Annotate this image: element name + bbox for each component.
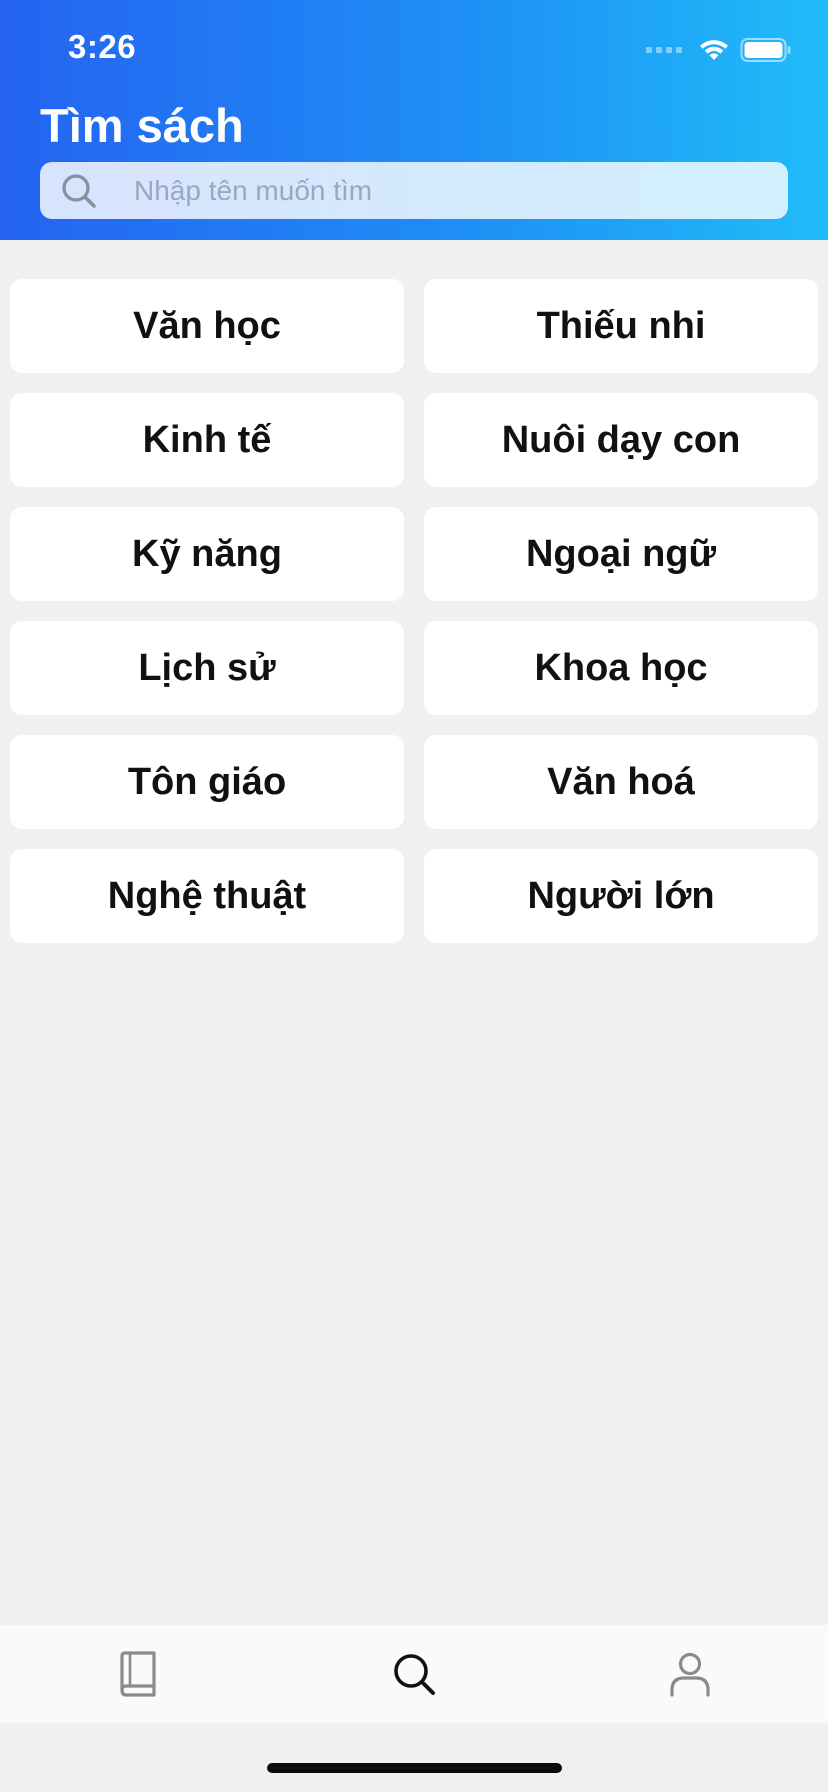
category-button[interactable]: Văn học: [10, 279, 404, 373]
wifi-icon: [700, 40, 728, 60]
search-input[interactable]: [132, 173, 736, 208]
signal-icon: [646, 47, 682, 53]
category-button[interactable]: Người lớn: [424, 849, 818, 943]
page-title: Tìm sách: [40, 99, 244, 152]
category-button[interactable]: Thiếu nhi: [424, 279, 818, 373]
tab-library[interactable]: [98, 1634, 178, 1714]
home-indicator: [267, 1763, 562, 1773]
search-bar[interactable]: [40, 162, 788, 219]
tab-search[interactable]: [374, 1634, 454, 1714]
category-button[interactable]: Ngoại ngữ: [424, 507, 818, 601]
category-button[interactable]: Nghệ thuật: [10, 849, 404, 943]
category-button[interactable]: Kinh tế: [10, 393, 404, 487]
category-button[interactable]: Khoa học: [424, 621, 818, 715]
status-indicators: [646, 36, 792, 64]
header: 3:26 Tìm sách: [0, 0, 828, 240]
user-icon: [670, 1652, 710, 1697]
tab-profile[interactable]: [650, 1634, 730, 1714]
category-button[interactable]: Kỹ năng: [10, 507, 404, 601]
search-icon: [62, 173, 96, 208]
category-button[interactable]: Nuôi dạy con: [424, 393, 818, 487]
category-button[interactable]: Lịch sử: [10, 621, 404, 715]
battery-icon: [740, 38, 791, 62]
status-time: 3:26: [68, 28, 137, 65]
search-icon: [394, 1654, 435, 1695]
category-button[interactable]: Tôn giáo: [10, 735, 404, 829]
tab-bar: [0, 1625, 828, 1723]
category-grid: Văn học Thiếu nhi Kinh tế Nuôi dạy con K…: [10, 279, 818, 943]
book-icon: [120, 1651, 156, 1697]
category-button[interactable]: Văn hoá: [424, 735, 818, 829]
